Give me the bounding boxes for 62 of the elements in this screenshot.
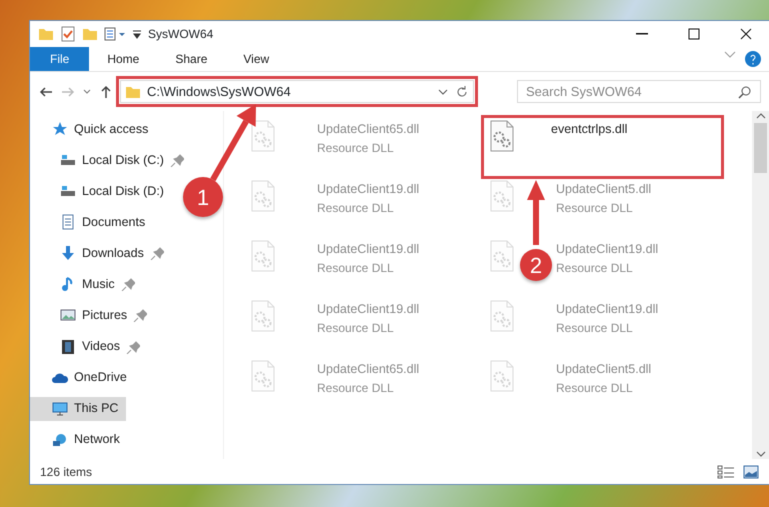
sidebar-item[interactable]: Documents: [30, 210, 154, 234]
file-type: Resource DLL: [317, 380, 395, 397]
address-path: C:\Windows\SysWOW64: [147, 82, 292, 101]
sidebar-item[interactable]: Downloads: [30, 241, 172, 266]
star-icon: [52, 121, 68, 137]
search-field[interactable]: Search SysWOW64: [517, 80, 761, 103]
pin-icon[interactable]: [133, 308, 148, 322]
picture-icon: [60, 307, 76, 324]
file-type: Resource DLL: [556, 200, 634, 217]
pin-icon[interactable]: [126, 340, 140, 354]
document-icon: [60, 214, 76, 230]
large-icons-view-icon[interactable]: [743, 464, 759, 478]
search-icon: [738, 84, 752, 98]
properties-icon[interactable]: [104, 27, 126, 41]
pin-icon[interactable]: [150, 246, 164, 260]
pin-icon[interactable]: [170, 153, 184, 168]
sidebar-item[interactable]: Pictures: [30, 303, 156, 328]
ribbon-tab[interactable]: Share: [157, 47, 226, 71]
sidebar-item[interactable]: Network: [30, 428, 128, 452]
sidebar-item[interactable]: Local Disk (D:): [30, 179, 172, 204]
search-placeholder: Search SysWOW64: [526, 82, 642, 101]
checklist-icon[interactable]: [60, 26, 76, 42]
item-count: 126 items: [40, 464, 92, 480]
ribbon-tab[interactable]: File: [30, 47, 90, 71]
scroll-thumb[interactable]: [754, 123, 767, 173]
download-arrow-icon: [60, 245, 76, 262]
sidebar-item[interactable]: Local Disk (C:): [30, 148, 192, 172]
scrollbar[interactable]: [752, 111, 769, 459]
network-icon: [52, 432, 68, 448]
dropdown-icon[interactable]: [132, 29, 142, 39]
sidebar-item[interactable]: Music: [30, 272, 143, 296]
file-type: Resource DLL: [556, 320, 634, 337]
folder-icon[interactable]: [82, 27, 98, 41]
arrow-callout: [527, 180, 545, 245]
maximize-icon: [686, 26, 702, 42]
sidebar-item[interactable]: This PC: [30, 396, 126, 421]
file-type: Resource DLL: [317, 260, 395, 277]
window-title: SysWOW64: [148, 26, 214, 43]
sidebar-item[interactable]: Quick access: [30, 117, 156, 141]
file-type: Resource DLL: [317, 200, 395, 217]
file-type: Resource DLL: [556, 380, 634, 397]
folder-icon: [125, 84, 141, 98]
sidebar-item[interactable]: Videos: [30, 334, 148, 359]
refresh-icon[interactable]: [455, 84, 469, 98]
ribbon-tab[interactable]: View: [225, 47, 288, 71]
recent-icon[interactable]: [82, 86, 92, 96]
file-name[interactable]: eventctrlps.dll: [551, 120, 628, 139]
file-type: Resource DLL: [317, 320, 395, 337]
pin-icon[interactable]: [120, 277, 135, 292]
film-icon: [60, 338, 76, 355]
monitor-icon: [52, 400, 68, 417]
ribbon-tab[interactable]: Home: [89, 47, 158, 71]
file-type: Resource DLL: [317, 140, 395, 157]
close-icon: [738, 26, 754, 42]
file-type: Resource DLL: [556, 260, 634, 277]
sidebar-item[interactable]: OneDrive: [30, 366, 135, 390]
minimize-icon: [636, 33, 648, 35]
scroll-up-icon[interactable]: [756, 111, 766, 121]
details-view-icon[interactable]: [717, 464, 735, 478]
scroll-down-icon[interactable]: [756, 449, 766, 459]
help-icon[interactable]: [745, 51, 761, 67]
folder-icon[interactable]: [38, 27, 54, 41]
